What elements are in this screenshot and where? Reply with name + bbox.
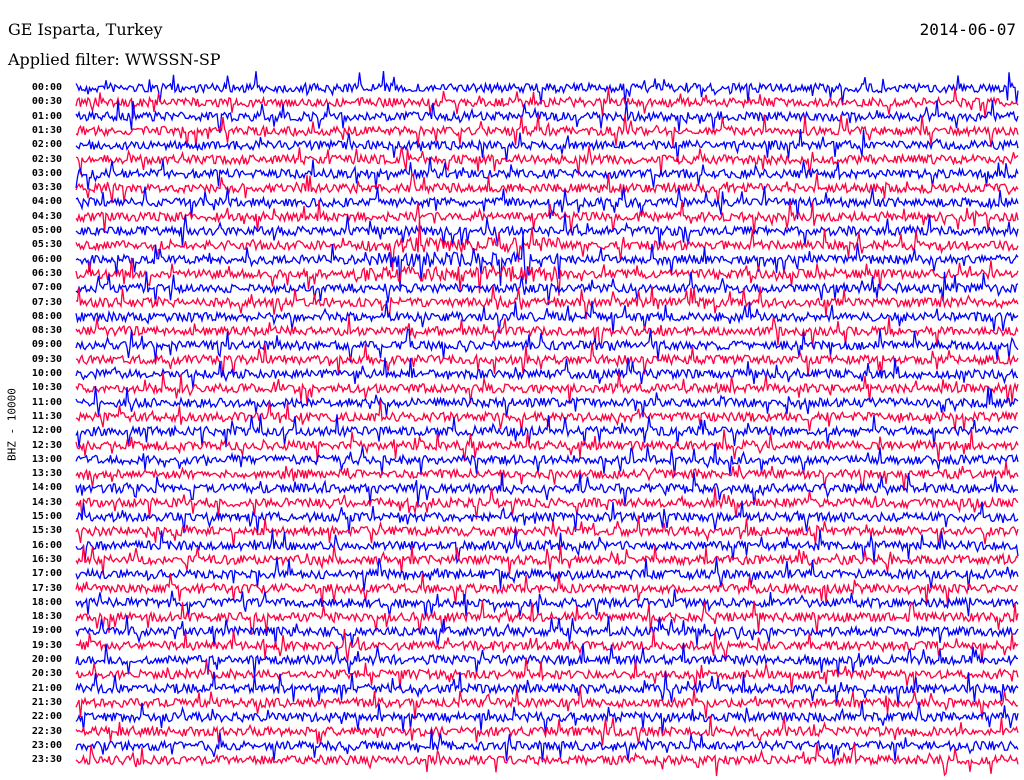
trace-1230 [75, 429, 1019, 462]
trace-1330 [75, 460, 1019, 491]
trace-0530 [75, 219, 1019, 272]
helicorder-plot [75, 71, 1019, 777]
trace-0600 [75, 233, 1019, 288]
trace-1000 [75, 357, 1019, 389]
trace-0000 [75, 71, 1019, 105]
trace-1600 [75, 529, 1019, 565]
trace-1800 [75, 589, 1019, 618]
